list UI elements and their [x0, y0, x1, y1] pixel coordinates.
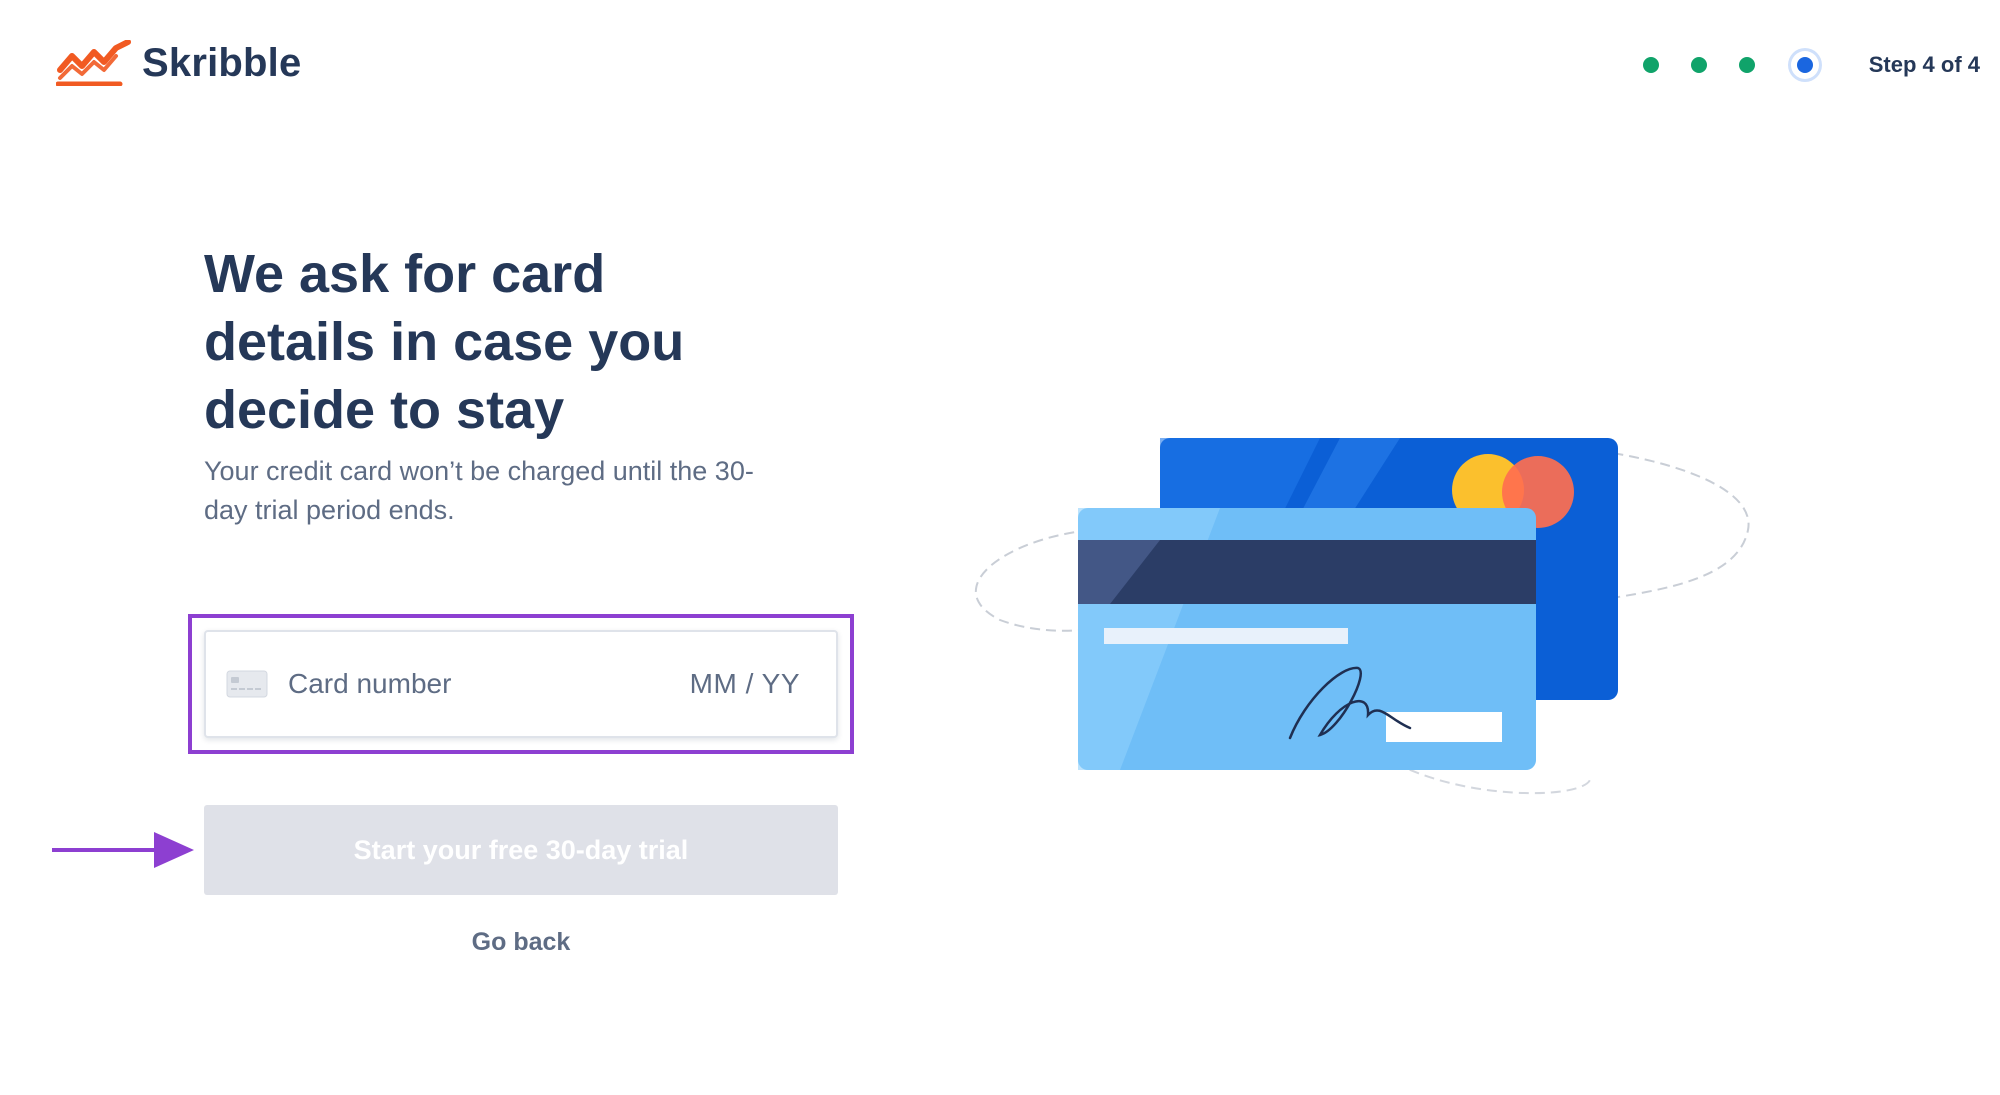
- credit-cards-illustration: [975, 438, 1750, 795]
- card-expiry-field[interactable]: MM / YY: [690, 668, 800, 700]
- go-back-link[interactable]: Go back: [204, 928, 838, 957]
- card-number-field[interactable]: Card number: [288, 668, 690, 700]
- page-title: We ask for card details in case you deci…: [204, 244, 685, 440]
- start-trial-button[interactable]: Start your free 30-day trial: [204, 805, 838, 895]
- page-subtitle: Your credit card won’t be charged until …: [204, 456, 754, 525]
- card-details-input[interactable]: Card number MM / YY: [204, 630, 838, 738]
- step-2-complete-dot: [1690, 57, 1707, 73]
- brand-name: Skribble: [142, 40, 302, 85]
- progress-stepper: Step 4 of 4: [1642, 40, 1980, 90]
- brand-logo[interactable]: Skribble: [56, 38, 301, 88]
- credit-card-icon: [226, 670, 268, 698]
- skribble-logo-icon: [56, 40, 131, 86]
- step-4-current-dot: [1796, 57, 1813, 73]
- step-label: Step 4 of 4: [1868, 52, 1980, 77]
- step-3-complete-dot: [1738, 57, 1755, 73]
- step-1-complete-dot: [1642, 57, 1659, 73]
- arrow-right-icon: [52, 832, 194, 868]
